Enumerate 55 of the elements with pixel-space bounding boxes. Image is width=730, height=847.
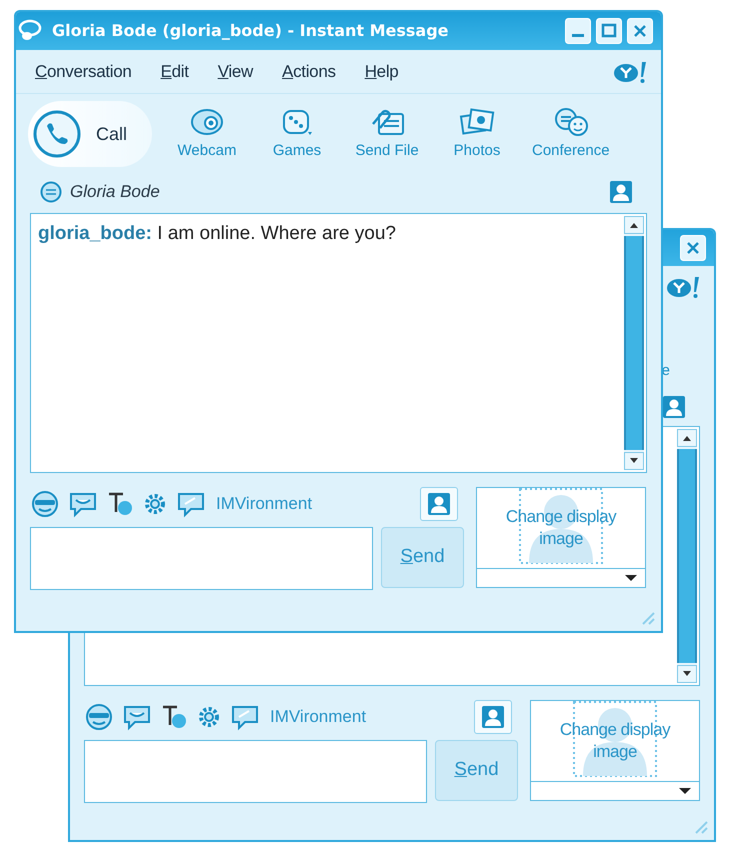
menu-item[interactable]: Edit	[160, 58, 189, 84]
send-button[interactable]: Send	[435, 740, 518, 801]
profile-icon	[609, 180, 633, 204]
gear-icon[interactable]	[142, 491, 168, 517]
display-image-panel[interactable]: Change display image	[476, 487, 646, 588]
profile-icon	[481, 705, 505, 729]
text-style-icon[interactable]	[160, 703, 188, 731]
chat-window-icon[interactable]	[176, 490, 206, 518]
sunglasses-smiley-icon[interactable]	[30, 491, 60, 517]
profile-icon	[662, 395, 686, 419]
chat-message: gloria_bode: I am online. Where are you?	[38, 222, 397, 246]
toolbar-button[interactable]: Send File	[352, 106, 422, 162]
message-input-field[interactable]	[30, 527, 373, 590]
maximize-button[interactable]	[596, 18, 622, 44]
close-button[interactable]	[627, 18, 653, 44]
call-button[interactable]: Call	[28, 101, 152, 167]
close-button[interactable]	[680, 235, 706, 261]
minimize-button[interactable]	[565, 18, 591, 44]
scrollbar-thumb[interactable]	[624, 236, 644, 450]
change-display-image-link[interactable]: Change display image	[501, 506, 621, 550]
send-button[interactable]: Send	[381, 527, 464, 588]
menu-item[interactable]: Help	[364, 58, 398, 84]
yahoo-logo	[613, 60, 649, 84]
profile-button[interactable]	[474, 700, 512, 734]
scrollbar[interactable]	[624, 216, 644, 470]
menu-item[interactable]: Actions	[282, 58, 336, 84]
sunglasses-smiley-icon[interactable]	[84, 704, 114, 730]
display-image-panel[interactable]: Change display image	[530, 700, 700, 801]
toolbar-button[interactable]: Photos	[442, 106, 512, 162]
speech-bubble-icon[interactable]	[68, 490, 98, 518]
toolbar-button[interactable]: Games	[262, 106, 332, 162]
contact-name: Gloria Bode	[70, 181, 160, 204]
window-title: Gloria Bode (gloria_bode) - Instant Message	[52, 20, 449, 42]
gear-icon[interactable]	[196, 704, 222, 730]
speech-bubble-icon[interactable]	[122, 703, 152, 731]
chat-window-icon[interactable]	[230, 703, 260, 731]
profile-icon	[427, 492, 451, 516]
profile-button[interactable]	[420, 487, 458, 521]
toolbar-button[interactable]: Webcam	[172, 106, 242, 162]
menu-item[interactable]: View	[218, 58, 254, 84]
dropdown-caret-icon[interactable]	[679, 787, 691, 795]
phone-icon	[32, 109, 82, 159]
message-input-field[interactable]	[84, 740, 427, 803]
imvironment-link[interactable]: IMVironment	[270, 704, 366, 730]
imvironment-link[interactable]: IMVironment	[216, 491, 312, 517]
yahoo-logo	[666, 275, 702, 299]
text-style-icon[interactable]	[106, 490, 134, 518]
menu-item[interactable]: Conversation	[35, 58, 132, 84]
toolbar-button[interactable]: Conference	[532, 106, 610, 162]
scrollbar[interactable]	[677, 429, 697, 683]
scrollbar-thumb[interactable]	[677, 449, 697, 663]
dropdown-caret-icon[interactable]	[625, 574, 637, 582]
change-display-image-link[interactable]: Change display image	[555, 719, 675, 763]
status-face-icon	[40, 181, 62, 203]
chat-faces-icon	[552, 106, 589, 138]
